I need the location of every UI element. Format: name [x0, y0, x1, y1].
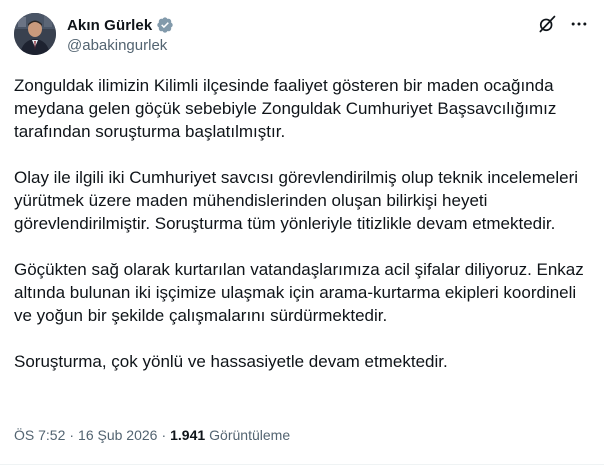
author-avatar[interactable] — [14, 13, 56, 55]
tweet-header: Akın Gürlek @abakingurlek — [14, 13, 590, 57]
more-options-icon[interactable] — [568, 13, 590, 35]
tweet-paragraph: Göçükten sağ olarak kurtarılan vatandaşl… — [14, 260, 584, 325]
tweet-paragraph: Zonguldak ilimizin Kilimli ilçesinde faa… — [14, 76, 557, 141]
display-name-row: Akın Gürlek — [67, 15, 174, 35]
views-count: 1.941 — [170, 427, 206, 443]
tweet-time[interactable]: ÖS 7:52 — [14, 427, 65, 443]
author-handle[interactable]: @abakingurlek — [67, 37, 174, 54]
grok-icon[interactable] — [536, 13, 558, 35]
tweet-text: Zonguldak ilimizin Kilimli ilçesinde faa… — [14, 74, 588, 396]
views-label: Görüntüleme — [209, 427, 291, 443]
tweet-date[interactable]: 16 Şub 2026 — [78, 427, 157, 443]
tweet-meta: ÖS 7:52 · 16 Şub 2026 · 1.941 Görüntülem… — [14, 427, 290, 443]
bottom-divider — [0, 464, 604, 465]
meta-separator: · — [161, 427, 167, 443]
tweet-paragraph: Olay ile ilgili iki Cumhuriyet savcısı g… — [14, 168, 579, 233]
tweet-paragraph: Soruşturma, çok yönlü ve hassasiyetle de… — [14, 352, 448, 371]
tweet-card: Akın Gürlek @abakingurlek Zonguldak ilim… — [0, 0, 604, 472]
author-names: Akın Gürlek @abakingurlek — [67, 15, 174, 54]
meta-separator: · — [69, 427, 75, 443]
author-display-name[interactable]: Akın Gürlek — [67, 17, 152, 34]
verified-badge-icon — [156, 16, 174, 34]
header-actions — [536, 13, 590, 35]
